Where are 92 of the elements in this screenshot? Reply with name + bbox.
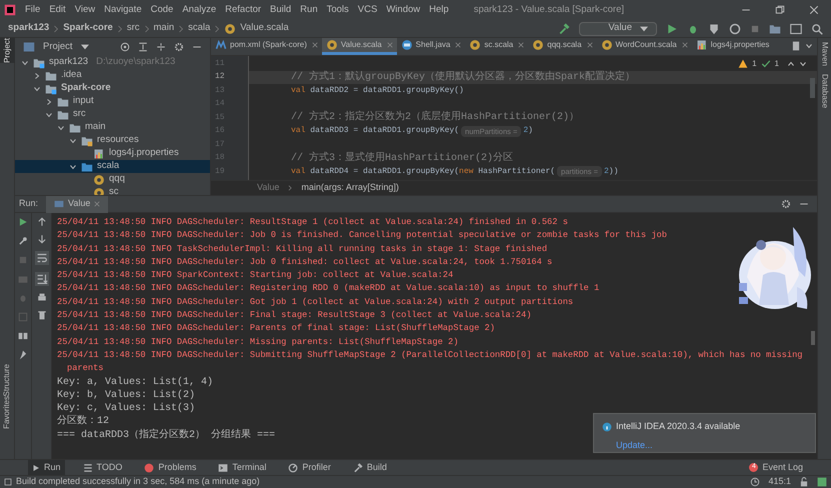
menu-item[interactable]: Build [270,2,292,18]
panel-title[interactable]: Project [43,40,73,54]
tree-item[interactable]: Spark-core [15,82,210,95]
code-token: )) [608,166,618,178]
tree-item[interactable]: scala [15,160,210,173]
console-line: 25/04/11 13:48:50 INFO DAGScheduler: Got job 1 (collect at Value.scala:24) with 2 output partitions [57,296,574,309]
code-comment: // 方式3：显式使用HashPartitioner(2)分区 [291,150,514,166]
menu-item[interactable]: Run [300,2,318,18]
console-line: Key: a, Values: List(1, 4) [57,376,214,389]
menu-item[interactable]: View [74,2,96,18]
code-token: val [291,84,306,97]
tool-window-tab[interactable]: Project [0,38,14,63]
tool-window-button[interactable]: TODO [78,460,126,476]
warning-count[interactable]: 1 [752,58,757,70]
code-token: dataRDD4 = dataRDD1.groupByKey( [310,166,460,178]
tree-item[interactable]: qqq [15,173,210,186]
breadcrumb-item[interactable]: scala [188,21,210,36]
console-line: 25/04/11 13:48:50 INFO DAGScheduler: ResultStage 1 (collect at Value.scala:24) finished in 0.562 s [57,216,568,229]
console-line: 25/04/11 13:48:50 INFO DAGScheduler: Registering RDD 0 (makeRDD at Value.scala:10) as input to shuffle 1 [57,282,600,296]
console-line: 25/04/11 13:48:50 INFO DAGScheduler: Missing parents: List(ShuffleMapStage 2) [57,336,458,349]
update-link[interactable]: Update... [602,438,807,452]
editor-tab[interactable]: pom.xml (Spark-core) [211,38,322,55]
menu-item[interactable]: Code [150,2,174,18]
editor-tab[interactable]: sc.scala [465,38,528,55]
editor-tab[interactable]: Shell.java [396,38,466,55]
menu-item[interactable]: Help [429,2,449,18]
console-line: Key: b, Values: List(2) [57,388,196,402]
breadcrumb-item[interactable]: main [154,21,174,36]
tool-window-tab[interactable]: Structure [0,364,15,396]
console-line: 25/04/11 13:48:50 INFO SparkContext: Starting job: collect at Value.scala:24 [57,269,454,282]
code-token: ) [528,125,533,138]
console-line: 25/04/11 13:48:50 INFO DAGScheduler: Final stage: ResultStage 3 (collect at Value.scala:24) [57,309,532,322]
breadcrumb-item[interactable]: Value.scala [240,21,289,36]
console-line: 25/04/11 13:48:50 INFO DAGScheduler: Job 0 is finished. Cancelling potential speculative or zombie tasks for this job [57,229,667,242]
breadcrumb-item[interactable]: Spark-core [63,21,113,36]
tree-item[interactable]: .idea [15,69,210,82]
menu-item[interactable]: Navigate [104,2,142,18]
menu-item[interactable]: Edit [49,2,66,18]
run-tab[interactable]: Value [46,196,108,212]
console-line: 25/04/11 13:48:50 INFO DAGScheduler: Job 0 finished: collect at Value.scala:24, took 1.750164 s [57,256,552,269]
run-configuration-dropdown[interactable]: Value [579,22,657,36]
console-line: Key: c, Values: List(3) [57,402,196,415]
code-token: val [291,125,306,138]
console-line: 25/04/11 13:48:50 INFO TaskSchedulerImpl: Killing all running tasks in stage 1: Stage finished [57,242,548,256]
panel-title: Run: [19,197,38,210]
breadcrumb-item[interactable]: main(args: Array[String]) [301,181,399,195]
code-token: val [291,166,306,178]
tool-window-button[interactable]: Profiler [284,460,335,476]
tree-item[interactable]: logs4j.properties [15,147,210,160]
tool-window-tab[interactable]: Database [818,74,830,108]
breadcrumb-item[interactable]: Value [257,181,280,195]
tool-window-tab[interactable]: Favorites [0,396,15,429]
editor-tab[interactable]: qqq.scala [528,38,597,55]
editor-tab[interactable]: Value.scala [322,38,397,55]
breadcrumb-item[interactable]: src [126,21,140,36]
code-token: 2 [604,166,609,178]
breadcrumb-item[interactable]: spark123 [8,21,50,36]
tool-window-button[interactable]: Build [348,460,391,476]
menu-item[interactable]: VCS [358,2,378,18]
tree-item[interactable]: resources [15,134,210,147]
tool-window-button[interactable]: Run [28,460,65,476]
caret-position[interactable]: 415:1 [768,475,791,488]
code-token: new [459,166,474,178]
code-token: dataRDD3 = dataRDD1.groupByKey( [310,125,460,138]
tool-window-tab[interactable]: Maven [818,42,830,66]
code-token: HashPartitioner( [478,166,556,178]
tool-window-button[interactable]: Terminal [214,460,270,476]
tree-item[interactable]: src [15,108,210,121]
notification-title: IntelliJ IDEA 2020.3.4 available [616,420,740,433]
menu-item[interactable]: Refactor [225,2,262,18]
status-message: Build completed successfully in 3 sec, 584 ms (a minute ago) [16,475,260,488]
console-line: 25/04/11 13:48:50 INFO DAGScheduler: Submitting ShuffleMapStage 2 (ParallelCollectionRDD[0] at makeRDD at Value.scala:10), which has no missing parents [57,348,804,376]
console-line: === dataRDD3（指定分区数2） 分组结果 === [57,428,276,442]
tree-item[interactable]: spark123 D:\zuoye\spark123 [15,56,210,69]
tree-item[interactable]: input [15,95,210,108]
line-number: 12 [214,71,226,84]
console-line: 25/04/11 13:48:50 INFO DAGScheduler: Parents of final stage: List(ShuffleMapStage 2) [57,322,495,336]
editor-tab[interactable]: WordCount.scala [596,38,692,55]
tree-item[interactable]: main [15,121,210,134]
menu-item[interactable]: File [25,2,40,18]
passed-count[interactable]: 1 [774,58,779,70]
console-line: 分区数：12 [57,415,110,429]
code-comment: // 方式1：默认groupByKey（使用默认分区器，分区数由Spark配置决定） [291,70,636,85]
menu-item[interactable]: Tools [326,2,349,18]
editor-tab[interactable]: logs4j.properties [692,38,774,55]
code-token: dataRDD2 = dataRDD1.groupByKey() [310,84,464,97]
window-title: spark123 - Value.scala [Spark-core] [474,2,624,17]
menu-item[interactable]: Window [386,2,420,18]
code-comment: // 方式2：指定分区数为2（底层使用HashPartitioner(2)） [291,110,580,126]
tool-window-button[interactable]: Problems [140,460,200,476]
menu-item[interactable]: Analyze [182,2,216,18]
code-token: 2 [523,125,528,138]
